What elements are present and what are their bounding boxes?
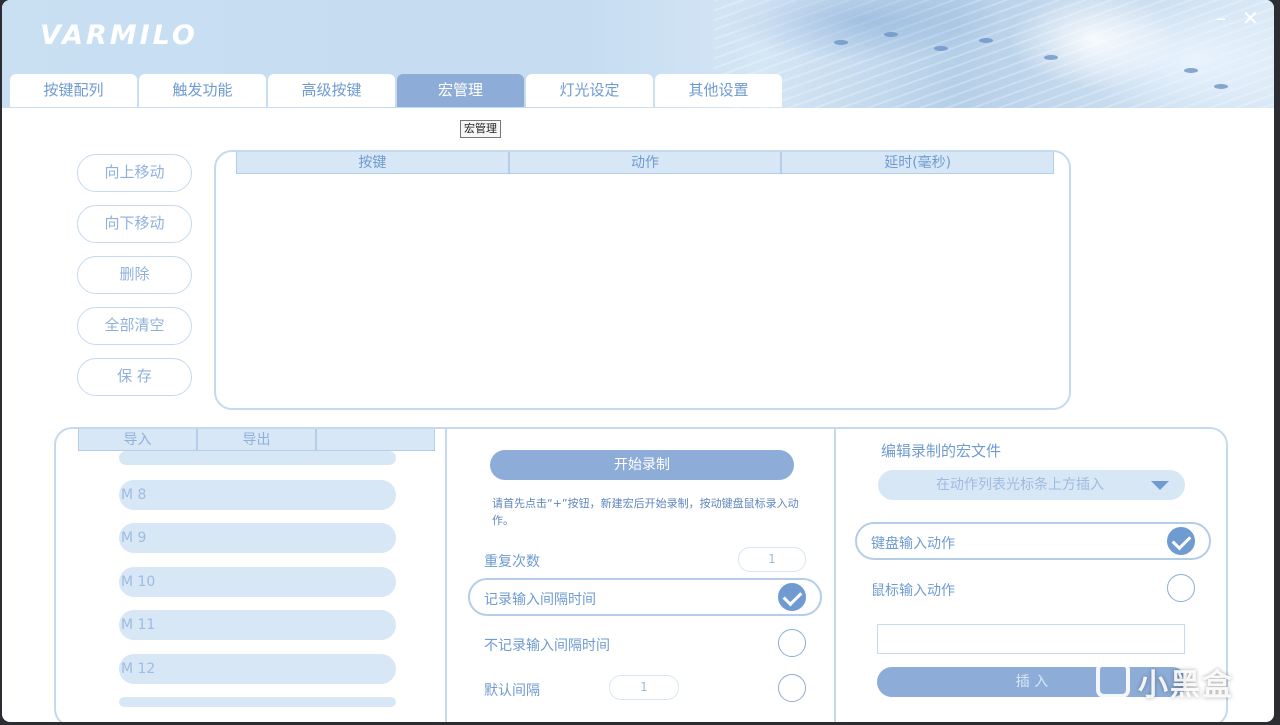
macro-action-table[interactable]: 按键 动作 延时(毫秒) [214, 150, 1071, 410]
check-icon[interactable] [1167, 527, 1195, 555]
blank-tab[interactable] [316, 429, 435, 451]
tab-other-settings[interactable]: 其他设置 [655, 74, 782, 107]
list-item[interactable] [119, 697, 396, 707]
fish-decoration [934, 46, 948, 51]
radio-icon[interactable] [778, 674, 806, 702]
varmilo-logo: VARMILO [40, 20, 198, 51]
chevron-down-icon [1151, 481, 1169, 490]
column-header-key[interactable]: 按键 [236, 152, 509, 174]
tab-macro[interactable]: 宏管理 [397, 74, 524, 107]
fish-decoration [884, 32, 898, 37]
panel-divider [445, 429, 447, 722]
no-record-interval-option[interactable]: 不记录输入间隔时间 [468, 624, 822, 662]
macro-item-m11[interactable]: M 11 [119, 610, 396, 640]
macro-item-m12[interactable]: M 12 [119, 654, 396, 684]
dropdown-value: 在动作列表光标条上方插入 [936, 477, 1104, 493]
bottom-panel: 导入 导出 M 8 M 9 M 10 M 11 M 12 开始录制 请首先点击“… [54, 427, 1228, 722]
fish-decoration [1184, 68, 1198, 73]
recording-hint: 请首先点击“+”按钮，新建宏后开始录制，按动键盘鼠标录入动作。 [492, 497, 799, 527]
panel-divider [834, 429, 836, 722]
macro-item-m8[interactable]: M 8 [119, 480, 396, 510]
tab-key-layout[interactable]: 按键配列 [10, 74, 137, 107]
option-label: 不记录输入间隔时间 [484, 638, 610, 654]
move-up-button[interactable]: 向上移动 [77, 154, 192, 192]
macro-item-m10[interactable]: M 10 [119, 567, 396, 597]
delete-button[interactable]: 删除 [77, 256, 192, 294]
check-icon[interactable] [778, 583, 806, 611]
tooltip: 宏管理 [460, 120, 501, 138]
header-banner: VARMILO – ✕ 按键配列 触发功能 高级按键 宏管理 灯光设定 其他设置 [2, 0, 1274, 108]
app-window: VARMILO – ✕ 按键配列 触发功能 高级按键 宏管理 灯光设定 其他设置… [2, 0, 1274, 722]
table-header: 按键 动作 延时(毫秒) [236, 152, 1055, 174]
keyboard-input-option[interactable]: 键盘输入动作 [855, 522, 1211, 560]
move-down-button[interactable]: 向下移动 [77, 205, 192, 243]
import-tab[interactable]: 导入 [78, 429, 197, 451]
tab-trigger[interactable]: 触发功能 [139, 74, 266, 107]
column-header-delay[interactable]: 延时(毫秒) [781, 152, 1055, 174]
minimize-button[interactable]: – [1216, 8, 1226, 28]
export-tab[interactable]: 导出 [197, 429, 316, 451]
mouse-input-option[interactable]: 鼠标输入动作 [855, 569, 1211, 607]
fish-decoration [1214, 84, 1228, 89]
clear-all-button[interactable]: 全部清空 [77, 307, 192, 345]
main-tabs: 按键配列 触发功能 高级按键 宏管理 灯光设定 其他设置 [10, 74, 782, 108]
insert-mode-dropdown[interactable]: 在动作列表光标条上方插入 [878, 470, 1185, 500]
radio-icon[interactable] [1167, 574, 1195, 602]
action-input-field[interactable] [877, 624, 1185, 654]
watermark-text: 小黑盒 [1138, 668, 1234, 703]
editor-title: 编辑录制的宏文件 [881, 442, 1002, 460]
header-artwork [714, 0, 1274, 108]
tab-advanced-keys[interactable]: 高级按键 [268, 74, 395, 107]
import-export-tabs: 导入 导出 [78, 429, 435, 451]
start-recording-button[interactable]: 开始录制 [490, 450, 794, 480]
macro-item-m9[interactable]: M 9 [119, 523, 396, 553]
radio-icon[interactable] [778, 629, 806, 657]
option-label: 鼠标输入动作 [871, 583, 955, 599]
record-interval-option[interactable]: 记录输入间隔时间 [468, 578, 822, 616]
fish-decoration [1044, 55, 1058, 60]
option-label: 键盘输入动作 [871, 536, 955, 552]
close-button[interactable]: ✕ [1242, 8, 1259, 28]
default-interval-input[interactable]: 1 [609, 675, 679, 700]
fish-decoration [979, 38, 993, 43]
option-label: 记录输入间隔时间 [484, 592, 596, 608]
repeat-count-label: 重复次数 [484, 554, 540, 570]
tab-lighting[interactable]: 灯光设定 [526, 74, 653, 107]
save-button[interactable]: 保 存 [77, 358, 192, 396]
option-label: 默认间隔 [484, 683, 540, 699]
list-item[interactable] [119, 451, 396, 465]
fish-decoration [834, 40, 848, 45]
repeat-count-input[interactable]: 1 [738, 547, 806, 572]
column-header-action[interactable]: 动作 [508, 152, 782, 174]
heybox-logo-icon [1096, 662, 1130, 698]
